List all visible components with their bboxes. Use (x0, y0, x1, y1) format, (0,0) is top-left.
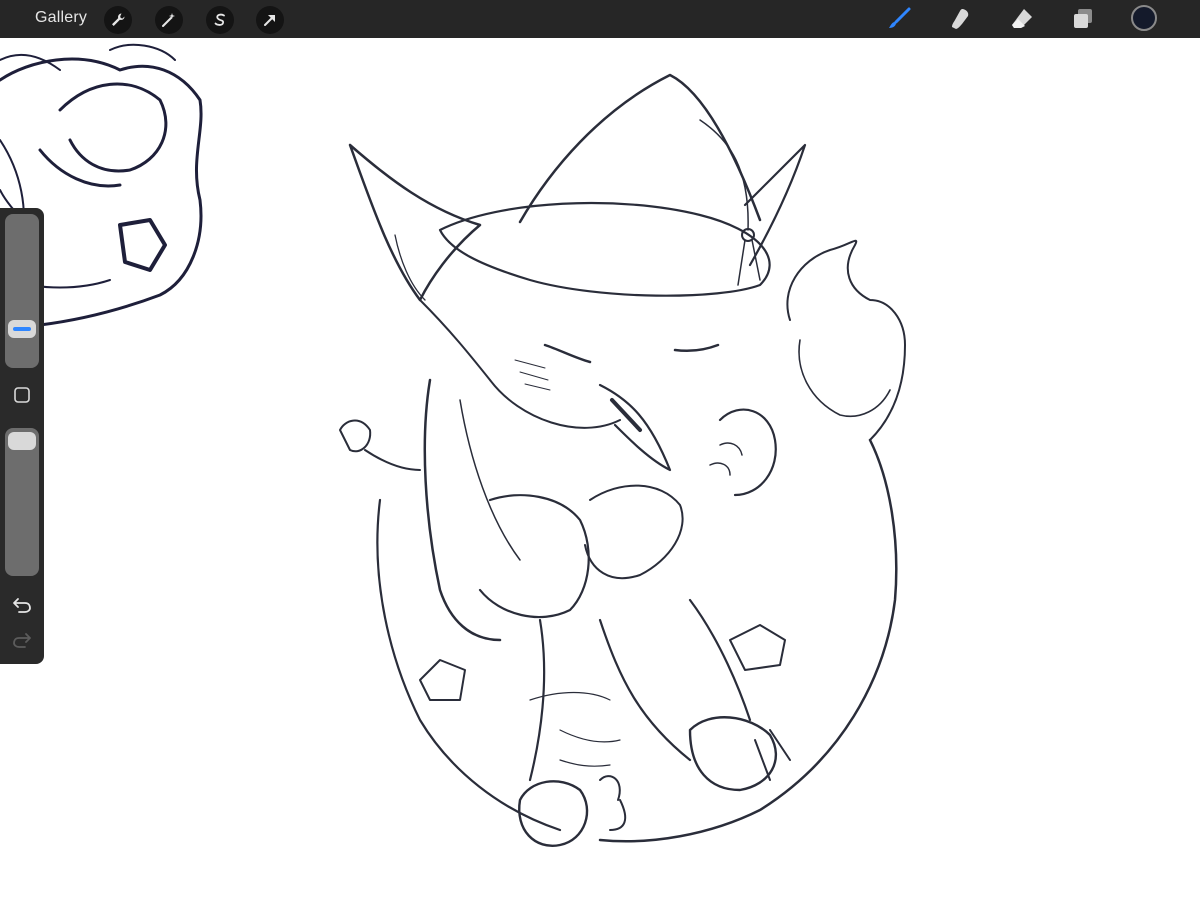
opacity-thumb[interactable] (8, 432, 36, 450)
selection-button[interactable] (206, 6, 234, 34)
layers-icon (1074, 9, 1092, 28)
sketch-artwork (0, 43, 906, 847)
adjustments-button[interactable] (155, 6, 183, 34)
undo-arrow-icon (13, 598, 31, 613)
smudge-tool-button[interactable] (945, 5, 975, 33)
arrow-cursor-icon (264, 15, 275, 26)
eraser-icon (1012, 9, 1032, 28)
smudge-finger-icon (952, 9, 969, 29)
color-picker-button[interactable] (1131, 5, 1157, 31)
brush-tool-button[interactable] (884, 5, 914, 33)
wrench-icon (112, 13, 125, 26)
main-sketch-creature (339, 73, 906, 847)
brush-size-slider[interactable] (5, 214, 39, 368)
active-indicator (13, 327, 31, 332)
opacity-slider[interactable] (5, 428, 39, 576)
eraser-tool-button[interactable] (1007, 5, 1037, 33)
gallery-button[interactable]: Gallery (35, 9, 87, 27)
top-toolbar: Gallery (0, 0, 1200, 38)
selection-s-icon (214, 13, 225, 26)
transform-button[interactable] (256, 6, 284, 34)
brush-size-thumb[interactable] (8, 320, 36, 339)
square-icon (14, 387, 30, 403)
redo-arrow-icon (13, 633, 31, 648)
left-sidebar (0, 208, 44, 664)
modify-button[interactable] (12, 385, 32, 405)
drawing-canvas[interactable] (0, 38, 1200, 900)
magic-wand-icon (162, 13, 175, 27)
actions-button[interactable] (104, 6, 132, 34)
redo-button[interactable] (10, 629, 34, 651)
undo-button[interactable] (10, 594, 34, 616)
brush-icon (889, 7, 911, 28)
layers-tool-button[interactable] (1068, 5, 1098, 33)
